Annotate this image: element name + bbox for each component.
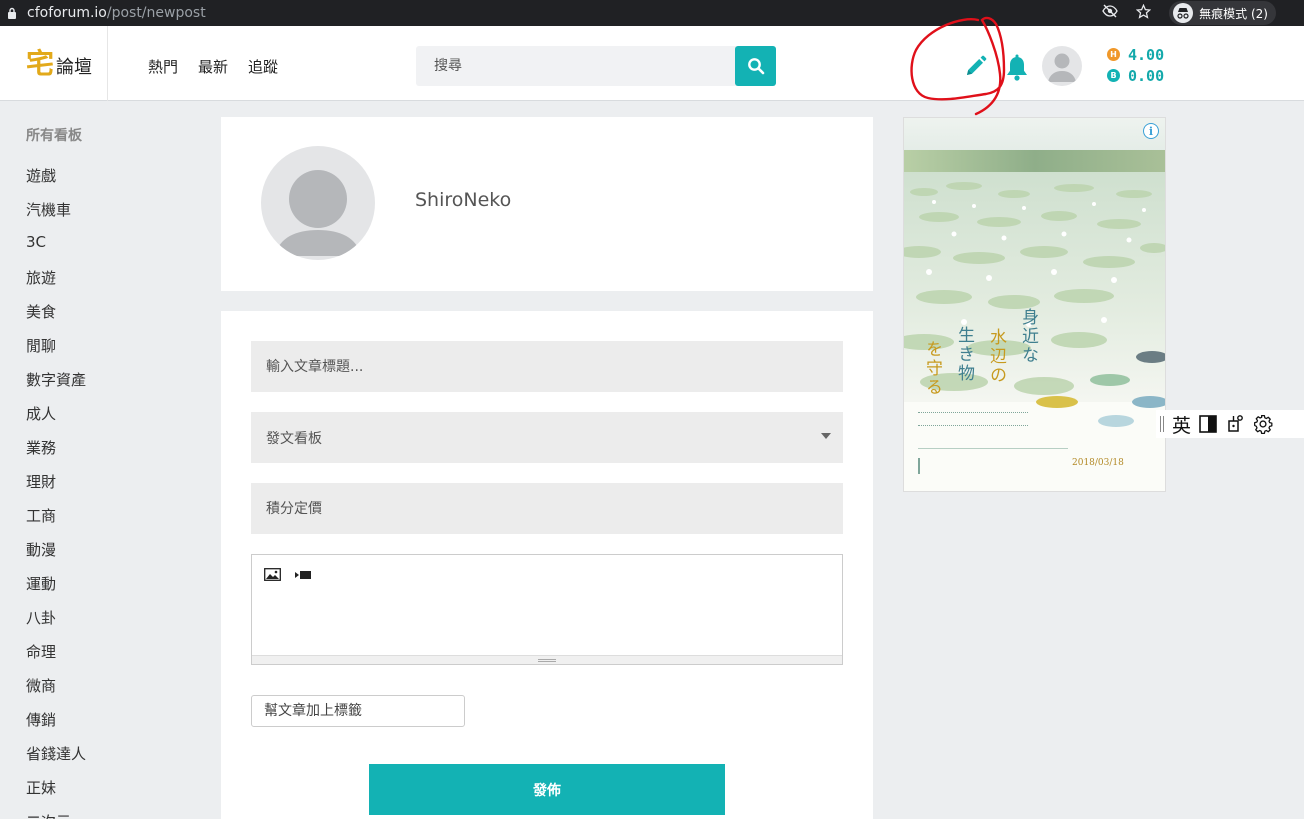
ime-toolbar: 英 [1156, 410, 1304, 438]
logo-mark: 宅 [26, 47, 55, 80]
profile-card: ShiroNeko [221, 117, 873, 291]
notification-bell-icon[interactable] [1004, 54, 1030, 82]
ime-language-toggle[interactable]: 英 [1172, 411, 1191, 438]
board-list: 遊戲 汽機車 3C 旅遊 美食 閒聊 數字資產 成人 業務 理財 工商 動漫 運… [26, 165, 86, 819]
ad-banner[interactable]: i 身近な 水辺の 生き物 を守る 2018/03/18 [903, 117, 1166, 492]
b-balance-row: B 0.00 [1107, 65, 1164, 86]
search-icon [747, 58, 764, 75]
title-field [251, 341, 843, 392]
ad-rule [918, 448, 1068, 449]
search-button[interactable] [735, 46, 776, 86]
browser-address-bar: cfoforum.io/post/newpost 無痕模式 (2) [0, 0, 1304, 26]
profile-username: ShiroNeko [415, 189, 512, 211]
ad-fish-5 [1098, 415, 1134, 427]
ad-headline-col2: 水辺の [986, 328, 1006, 385]
search-bar [416, 46, 776, 86]
sidebar-item-micro-commerce[interactable]: 微商 [26, 675, 86, 709]
ad-fine-print [918, 412, 1028, 426]
gold-coin-icon: H [1107, 48, 1120, 61]
sidebar-item-chat[interactable]: 閒聊 [26, 335, 86, 369]
new-post-form: 發文看板 發佈 [221, 311, 873, 819]
site-logo[interactable]: 宅 論壇 [26, 50, 92, 78]
caret-down-icon [821, 433, 831, 439]
ad-info-icon[interactable]: i [1143, 123, 1159, 139]
ad-headline-col3: 生き物 [954, 326, 974, 383]
b-balance: 0.00 [1128, 66, 1165, 85]
sidebar-item-savings[interactable]: 省錢達人 [26, 743, 86, 777]
sidebar-item-games[interactable]: 遊戲 [26, 165, 86, 199]
sidebar-item-beauty[interactable]: 正妹 [26, 777, 86, 811]
site-header: 宅 論壇 熱門 最新 追蹤 H 4.00 B 0.00 [0, 26, 1304, 101]
profile-avatar [261, 146, 375, 260]
ad-hill [904, 150, 1165, 172]
sidebar-item-adult[interactable]: 成人 [26, 403, 86, 437]
incognito-icon [1173, 3, 1194, 23]
star-icon[interactable] [1135, 3, 1152, 23]
sidebar-item-anime[interactable]: 動漫 [26, 539, 86, 573]
main-nav: 熱門 最新 追蹤 [148, 56, 278, 77]
gold-balance: 4.00 [1128, 45, 1165, 64]
insert-video-icon[interactable] [295, 570, 312, 580]
sidebar-item-food[interactable]: 美食 [26, 301, 86, 335]
price-input[interactable] [251, 483, 843, 534]
url-host: cfoforum.io [27, 5, 107, 21]
sidebar-item-sales[interactable]: 業務 [26, 437, 86, 471]
url-text[interactable]: cfoforum.io/post/newpost [27, 5, 206, 21]
sidebar-item-business[interactable]: 工商 [26, 505, 86, 539]
editor-toolbar [264, 568, 312, 581]
nav-following[interactable]: 追蹤 [248, 56, 278, 77]
punctuation-icon[interactable] [1225, 414, 1245, 434]
board-select[interactable]: 發文看板 [251, 412, 843, 463]
gear-icon[interactable] [1253, 414, 1273, 434]
logo-text: 論壇 [56, 57, 93, 78]
insert-image-icon[interactable] [264, 568, 281, 581]
sidebar-item-digital-assets[interactable]: 數字資產 [26, 369, 86, 403]
publish-button[interactable]: 發佈 [369, 764, 725, 815]
nav-hot[interactable]: 熱門 [148, 56, 178, 77]
ad-fish-4 [1036, 396, 1078, 408]
board-select-value: 發文看板 [266, 430, 322, 447]
url-path: /post/newpost [106, 5, 206, 21]
lock-icon [5, 6, 19, 20]
ad-fish-2 [1090, 374, 1130, 386]
content-editor[interactable] [251, 554, 843, 665]
sidebar-item-mlm[interactable]: 傳銷 [26, 709, 86, 743]
half-full-width-icon[interactable] [1199, 415, 1217, 433]
price-field [251, 483, 843, 534]
ad-fish-3 [1132, 396, 1165, 408]
ad-headline-col4: を守る [922, 340, 942, 397]
user-avatar[interactable] [1042, 46, 1082, 86]
ad-headline-col1: 身近な [1018, 308, 1038, 365]
sidebar-item-acg[interactable]: 二次元 [26, 811, 86, 819]
tags-input[interactable] [252, 696, 464, 726]
sidebar-item-sports[interactable]: 運動 [26, 573, 86, 607]
title-input[interactable] [251, 341, 843, 392]
sidebar-item-fortune[interactable]: 命理 [26, 641, 86, 675]
sidebar-item-travel[interactable]: 旅遊 [26, 267, 86, 301]
sidebar-item-gossip[interactable]: 八卦 [26, 607, 86, 641]
b-coin-icon: B [1107, 69, 1120, 82]
editor-resize-handle[interactable] [252, 655, 842, 664]
eye-off-icon[interactable] [1102, 4, 1118, 22]
nav-latest[interactable]: 最新 [198, 56, 228, 77]
incognito-badge[interactable]: 無痕模式 (2) [1169, 1, 1276, 25]
ad-details [918, 458, 1068, 474]
tags-field [251, 695, 465, 727]
search-input[interactable] [416, 46, 736, 86]
gold-balance-row: H 4.00 [1107, 44, 1164, 65]
sidebar-title: 所有看板 [26, 128, 82, 144]
ad-date: 2018/03/18 [1072, 458, 1124, 468]
sidebar-item-vehicles[interactable]: 汽機車 [26, 199, 86, 233]
sidebar-item-finance[interactable]: 理財 [26, 471, 86, 505]
board-sidebar: 所有看板 遊戲 汽機車 3C 旅遊 美食 閒聊 數字資產 成人 業務 理財 工商… [0, 101, 205, 819]
header-divider [107, 26, 108, 101]
wallet-balances: H 4.00 B 0.00 [1107, 44, 1164, 86]
ad-fish-1 [1136, 351, 1165, 363]
sidebar-item-3c[interactable]: 3C [26, 233, 86, 267]
incognito-label: 無痕模式 (2) [1199, 6, 1268, 21]
write-post-pencil-icon[interactable] [962, 55, 990, 79]
ime-grip-handle[interactable] [1160, 416, 1164, 432]
